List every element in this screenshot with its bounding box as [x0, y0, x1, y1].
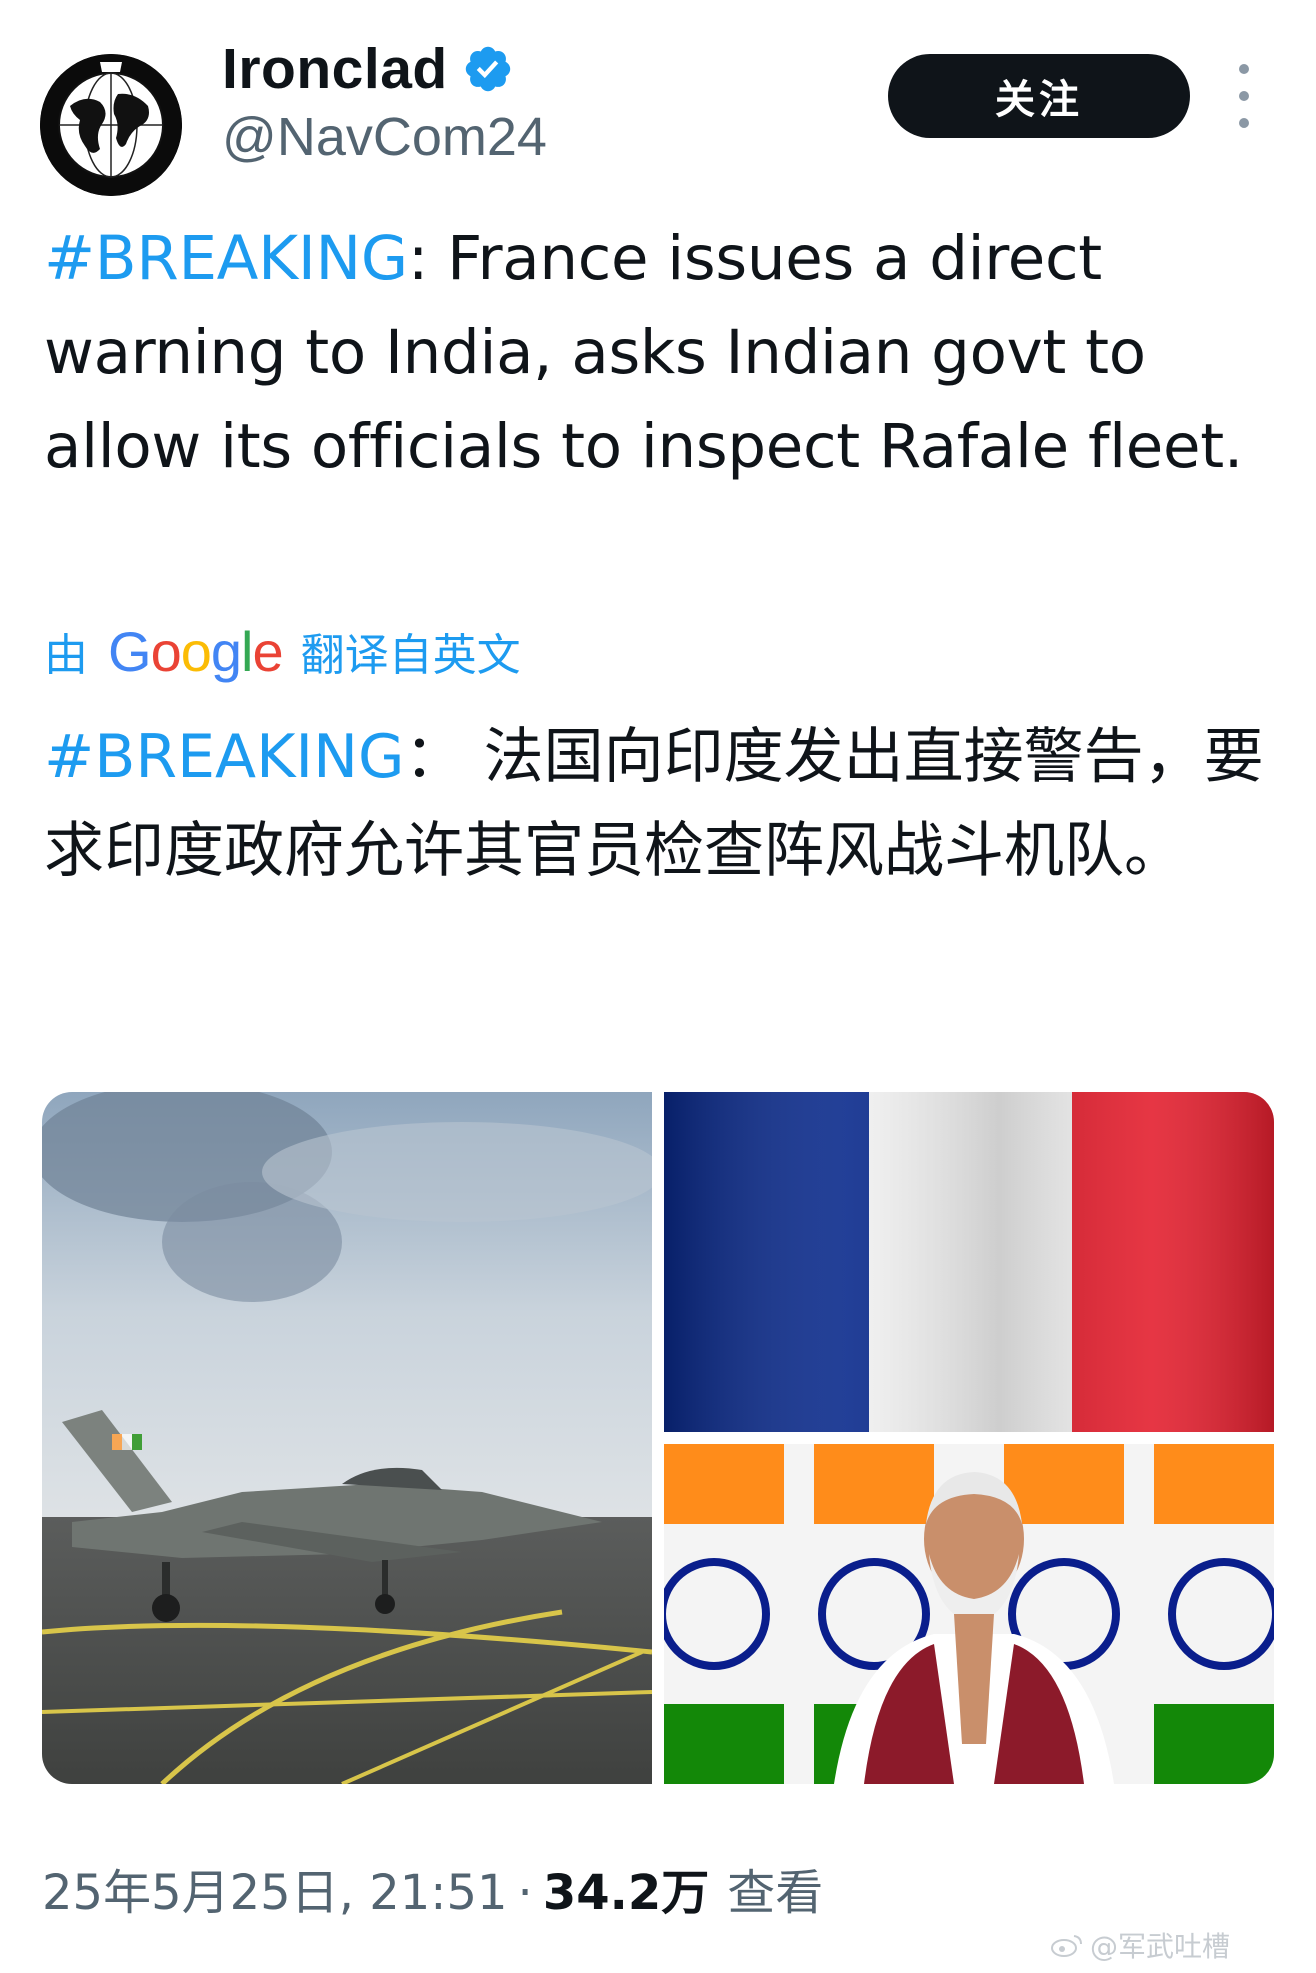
tweet-text: #BREAKING: France issues a direct warnin…: [44, 212, 1284, 494]
media-grid: [42, 1092, 1274, 1784]
author-name-row[interactable]: Ironclad: [222, 34, 514, 104]
ironclad-logo: [40, 54, 182, 196]
views-label: 查看: [727, 1865, 824, 1921]
verified-badge-icon: [465, 46, 510, 92]
tweet-timestamp[interactable]: 25年5月25日, 21:51: [42, 1858, 508, 1928]
france-flag-photo[interactable]: [664, 1092, 1274, 1432]
google-logo: Google: [108, 619, 284, 683]
translated-hashtag-link[interactable]: #BREAKING: [44, 722, 405, 792]
more-dot: [1239, 118, 1249, 128]
weibo-logo-icon: [1051, 1935, 1082, 1957]
weibo-watermark: @军武吐槽: [1050, 1925, 1230, 1965]
translated-text: #BREAKING： 法国向印度发出直接警告，要求印度政府允许其官员检查阵风战斗…: [44, 710, 1284, 898]
translation-suffix: 翻译自英文: [300, 630, 521, 681]
tweet-meta: 25年5月25日, 21:51 · 34.2万 查看: [42, 1858, 823, 1928]
views-count: 34.2万: [542, 1865, 710, 1921]
translation-attribution[interactable]: 由 Google 翻译自英文: [44, 616, 521, 686]
author-handle[interactable]: @NavCom24: [222, 105, 547, 169]
follow-button[interactable]: 关注: [888, 54, 1190, 138]
author-avatar[interactable]: [40, 54, 182, 196]
rafale-jet-photo[interactable]: [42, 1092, 652, 1784]
hashtag-link[interactable]: #BREAKING: [44, 223, 408, 294]
more-dot: [1239, 91, 1249, 101]
more-options-icon[interactable]: [1226, 64, 1262, 128]
translation-prefix: 由: [44, 630, 88, 681]
author-display-name[interactable]: Ironclad: [222, 34, 448, 104]
meta-separator: ·: [517, 1865, 533, 1921]
watermark-text: @军武吐槽: [1090, 1930, 1231, 1963]
more-dot: [1239, 64, 1249, 74]
modi-india-flags-photo[interactable]: [664, 1444, 1274, 1784]
